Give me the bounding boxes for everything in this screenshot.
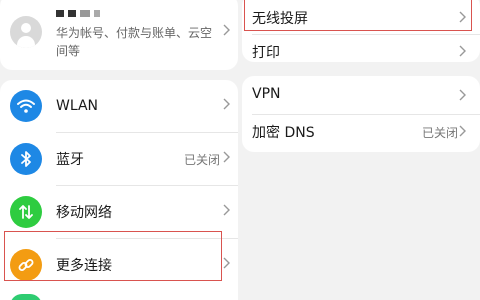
- highlight-box: [244, 0, 472, 31]
- bluetooth-icon: [10, 143, 42, 175]
- settings-item-wlan[interactable]: WLAN: [0, 80, 238, 132]
- chevron-right-icon: [223, 98, 230, 110]
- mobile-data-icon: [10, 196, 42, 228]
- chevron-right-icon: [223, 257, 230, 269]
- settings-item-label: 移动网络: [56, 205, 112, 221]
- settings-item-label: 打印: [252, 45, 280, 61]
- settings-item-label: VPN: [252, 86, 281, 102]
- settings-main-panel: 华为帐号、付款与账单、云空间等 WLAN 蓝牙 已关闭 移动网络 更多连接: [0, 0, 238, 300]
- chevron-right-icon: [223, 151, 230, 163]
- wifi-icon: [10, 90, 42, 122]
- settings-item-label: 加密 DNS: [252, 125, 315, 141]
- chevron-right-icon: [223, 204, 230, 216]
- settings-item-encrypted-dns[interactable]: 加密 DNS 已关闭: [242, 114, 480, 148]
- chevron-right-icon: [459, 89, 466, 101]
- account-description: 华为帐号、付款与账单、云空间等: [56, 26, 213, 58]
- chevron-right-icon: [223, 24, 230, 36]
- highlight-box: [4, 231, 222, 281]
- avatar[interactable]: [10, 16, 42, 48]
- settings-item-vpn[interactable]: VPN: [242, 78, 480, 112]
- vpn-dns-group: VPN 加密 DNS 已关闭: [242, 76, 480, 152]
- chevron-right-icon: [459, 45, 466, 57]
- account-name-redacted: [56, 10, 100, 17]
- settings-item-bluetooth[interactable]: 蓝牙 已关闭: [0, 133, 238, 185]
- account-card[interactable]: 华为帐号、付款与账单、云空间等: [0, 0, 238, 70]
- settings-item-print[interactable]: 打印: [242, 34, 480, 68]
- chevron-right-icon: [459, 125, 466, 137]
- status-text: 已关闭: [421, 126, 458, 140]
- more-connections-panel: 无线投屏 打印 VPN 加密 DNS 已关闭: [242, 0, 480, 300]
- settings-item-label: WLAN: [56, 98, 99, 114]
- status-text: 已关闭: [183, 152, 220, 167]
- settings-item-label: 蓝牙: [56, 152, 84, 168]
